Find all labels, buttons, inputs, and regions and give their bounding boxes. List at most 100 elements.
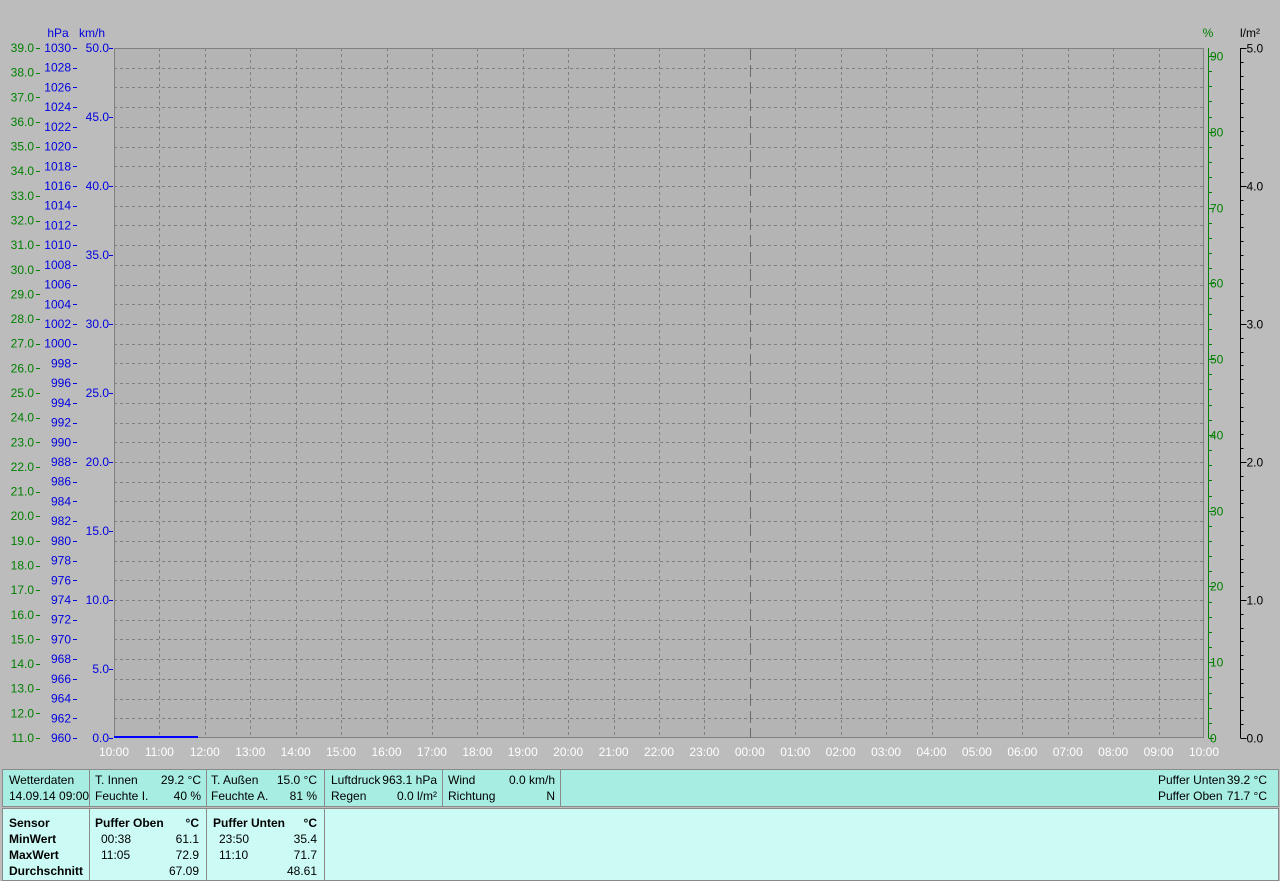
col2-min-time: 23:50 [219, 832, 250, 846]
luftdruck-value: 963.1 hPa [382, 773, 437, 787]
rain-axis-label: l/m² [1240, 26, 1260, 40]
temp-tick-label: 27.0 [11, 337, 35, 351]
rain-tick-label: 2.0 [1247, 456, 1264, 470]
row-label-max: MaxWert [9, 848, 59, 862]
weather-chart: 10:00 11:00 12:00 13:00 14:00 15:00 16:00 17:00… [11, 26, 1264, 759]
timestamp: 14.09.14 09:00 [9, 789, 90, 803]
rain-tick-label: 5.0 [1247, 42, 1264, 56]
col1-header: Puffer Oben [95, 816, 164, 830]
t-innen-label: T. Innen [95, 773, 138, 787]
humidity-tick-label: 80 [1210, 126, 1224, 140]
col2-max-value: 71.7 [293, 848, 317, 862]
pressure-tick-label: 966 [51, 672, 71, 686]
regen-value: 0.0 l/m² [396, 789, 437, 803]
temp-tick-label: 31.0 [11, 238, 35, 252]
t-aussen-label: T. Außen [211, 773, 259, 787]
wind-tick-label: 35.0 [86, 248, 110, 262]
temp-tick-label: 25.0 [11, 386, 35, 400]
temp-tick-label: 29.0 [11, 287, 35, 301]
pressure-tick-label: 976 [51, 573, 71, 587]
temp-tick-label: 36.0 [11, 115, 35, 129]
col1-max-value: 72.9 [175, 848, 199, 862]
temp-tick-label: 32.0 [11, 214, 35, 228]
pressure-tick-label: 972 [51, 613, 71, 627]
pressure-tick-label: 1018 [44, 159, 71, 173]
temp-tick-label: 24.0 [11, 411, 35, 425]
pressure-tick-label: 982 [51, 514, 71, 528]
pressure-tick-label: 1012 [44, 218, 71, 232]
temp-tick-label: 38.0 [11, 66, 35, 80]
pressure-tick-label: 1010 [44, 238, 71, 252]
pressure-tick-label: 990 [51, 435, 71, 449]
wind-tick-label: 25.0 [86, 386, 110, 400]
regen-label: Regen [331, 789, 367, 803]
humidity-tick-label: 40 [1210, 429, 1224, 443]
temp-tick-label: 14.0 [11, 657, 35, 671]
humidity-tick-label: 20 [1210, 580, 1224, 594]
richtung-value: N [546, 789, 555, 803]
temp-tick-label: 34.0 [11, 164, 35, 178]
col2-avg-value: 48.61 [286, 864, 317, 878]
pressure-tick-label: 1026 [44, 80, 71, 94]
temp-tick-label: 20.0 [11, 509, 35, 523]
x-tick-label: 03:00 [871, 745, 901, 759]
temp-tick-label: 12.0 [11, 706, 35, 720]
richtung-label: Richtung [448, 789, 496, 803]
temp-tick-label: 28.0 [11, 312, 35, 326]
humidity-tick-label: 90 [1210, 50, 1224, 64]
pressure-tick-label: 986 [51, 475, 71, 489]
temp-tick-label: 30.0 [11, 263, 35, 277]
temp-tick-label: 37.0 [11, 90, 35, 104]
col2-unit: °C [303, 816, 317, 830]
x-tick-label: 12:00 [190, 745, 220, 759]
wind-axis-label: km/h [79, 26, 105, 40]
pressure-tick-label: 1028 [44, 61, 71, 75]
luftdruck-label: Luftdruck [331, 773, 381, 787]
x-tick-label: 01:00 [780, 745, 810, 759]
wind-tick-label: 5.0 [92, 662, 109, 676]
wind-tick-label: 30.0 [86, 317, 110, 331]
humidity-tick-label: 60 [1210, 277, 1224, 291]
rain-tick-label: 3.0 [1247, 318, 1264, 332]
puffer-unten-value: 39.2 °C [1226, 773, 1267, 787]
humidity-tick-label: 30 [1210, 505, 1224, 519]
x-tick-label: 17:00 [417, 745, 447, 759]
x-tick-label: 14:00 [281, 745, 311, 759]
x-tick-label: 08:00 [1098, 745, 1128, 759]
wind-label: Wind [448, 773, 476, 787]
puffer-oben-value: 71.7 °C [1226, 789, 1267, 803]
x-tick-label: 20:00 [553, 745, 583, 759]
pressure-tick-label: 968 [51, 652, 71, 666]
pressure-tick-label: 970 [51, 632, 71, 646]
wind-tick-label: 40.0 [86, 179, 110, 193]
col2-header: Puffer Unten [213, 816, 285, 830]
x-tick-label: 15:00 [326, 745, 356, 759]
x-tick-label: 09:00 [1144, 745, 1174, 759]
row-label-min: MinWert [9, 832, 57, 846]
col1-unit: °C [185, 816, 199, 830]
pressure-tick-label: 974 [51, 593, 71, 607]
temp-tick-label: 19.0 [11, 534, 35, 548]
temp-tick-label: 18.0 [11, 559, 35, 573]
feuchte-i-label: Feuchte I. [95, 789, 149, 803]
pressure-tick-label: 988 [51, 455, 71, 469]
pressure-tick-label: 1022 [44, 120, 71, 134]
pressure-tick-label: 1004 [44, 297, 71, 311]
pressure-tick-label: 1006 [44, 278, 71, 292]
temp-tick-label: 11.0 [12, 731, 35, 745]
pressure-tick-label: 1000 [44, 337, 71, 351]
pressure-tick-label: 1020 [44, 140, 71, 154]
feuchte-a-label: Feuchte A. [211, 789, 269, 803]
x-tick-label: 16:00 [371, 745, 401, 759]
t-aussen-value: 15.0 °C [276, 773, 317, 787]
x-tick-label: 07:00 [1053, 745, 1083, 759]
col2-max-time: 11:10 [219, 848, 249, 862]
x-tick-label: 11:00 [145, 745, 174, 759]
pressure-tick-label: 980 [51, 534, 71, 548]
temp-tick-label: 23.0 [11, 435, 35, 449]
pressure-tick-label: 1014 [44, 199, 71, 213]
x-tick-label: 05:00 [962, 745, 992, 759]
wind-tick-label: 15.0 [86, 524, 110, 538]
x-tick-label: 22:00 [644, 745, 674, 759]
wind-tick-label: 45.0 [86, 110, 110, 124]
